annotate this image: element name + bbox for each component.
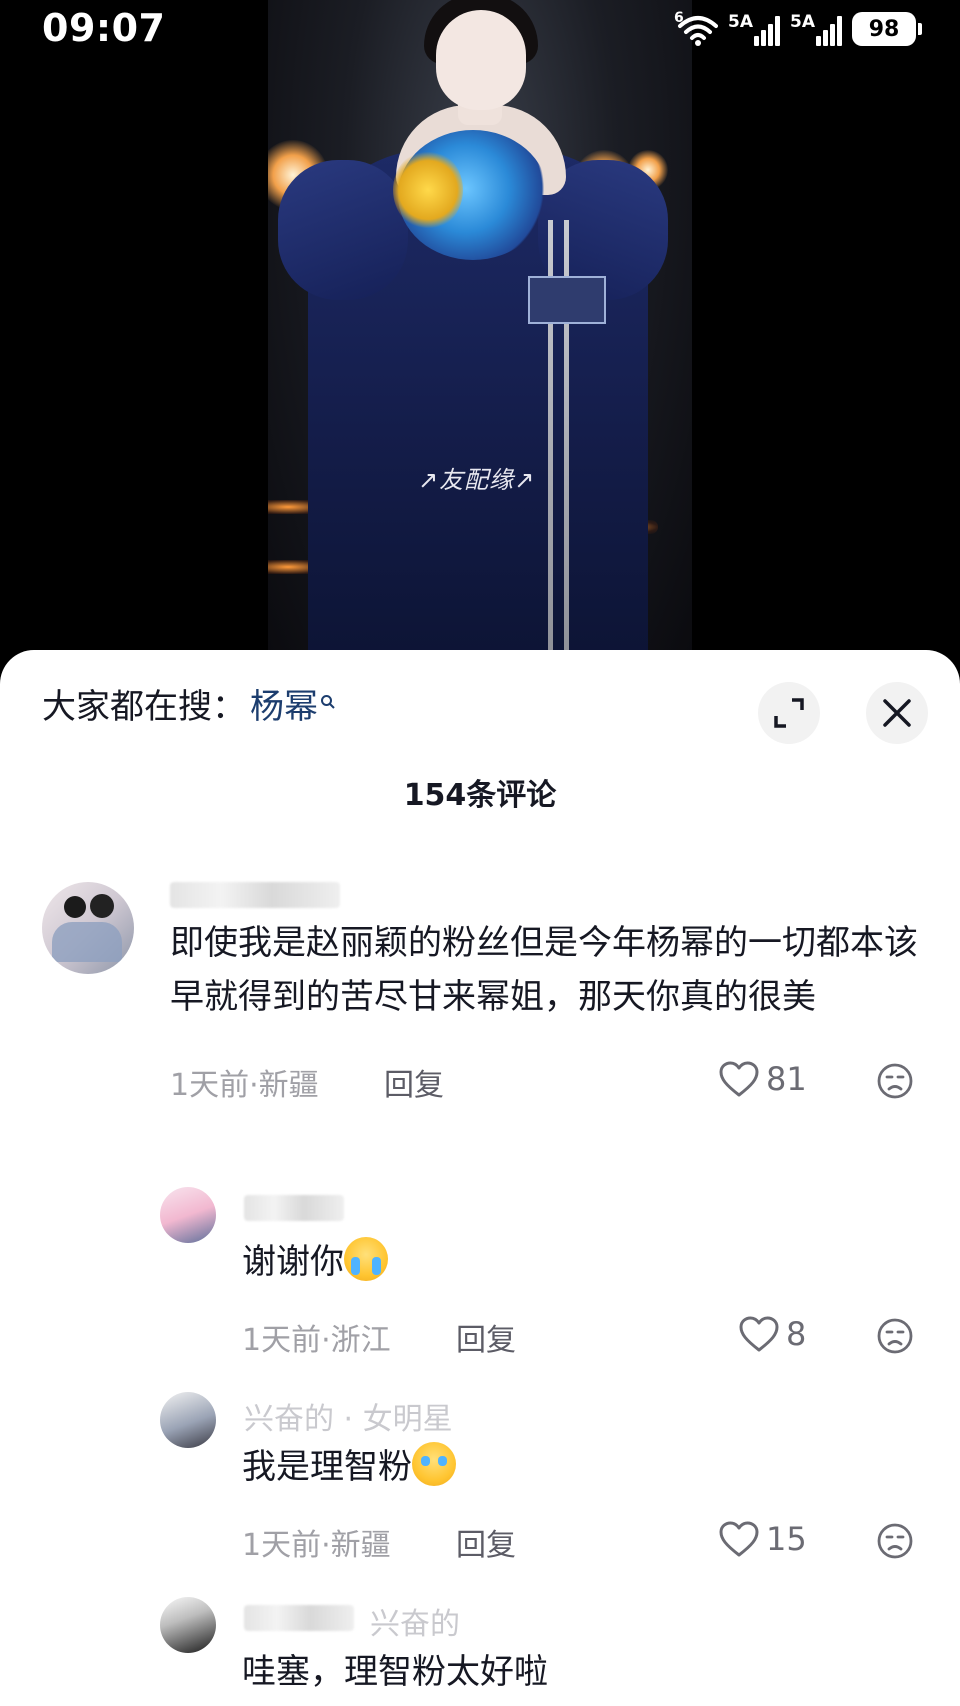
heart-icon	[739, 1316, 779, 1352]
reply-button[interactable]: 回复	[456, 1315, 516, 1359]
video-frame[interactable]: ↗友配缘↗	[268, 0, 692, 680]
video-watermark: ↗友配缘↗	[418, 466, 536, 494]
close-icon	[883, 699, 911, 727]
comment-meta: 1天前·浙江	[242, 1323, 391, 1358]
signal-icon: 5A	[790, 12, 842, 46]
reply-item: 兴奋的 · 女明星 我是理智粉 1天前·新疆 回复 15	[0, 1390, 960, 1563]
comment-text-body: 我是理智粉	[242, 1447, 412, 1487]
comment-text: 哇塞，理智粉太好啦	[242, 1652, 548, 1692]
search-prefix: 大家都在搜：	[42, 686, 246, 727]
like-count: 8	[786, 1315, 807, 1353]
like-count: 81	[766, 1060, 807, 1098]
avatar[interactable]	[160, 1392, 216, 1448]
pleading-emoji-icon	[412, 1442, 456, 1486]
signal-icon: 5A	[728, 12, 780, 46]
dislike-button[interactable]	[876, 1062, 914, 1104]
search-keyword-link[interactable]: 杨幂	[250, 679, 318, 728]
username-blurred[interactable]	[244, 1195, 344, 1221]
gown-sleeve	[278, 160, 408, 300]
like-button[interactable]: 8	[738, 1315, 806, 1353]
dislike-face-icon	[877, 1063, 913, 1099]
comment-text: 即使我是赵丽颖的粉丝但是今年杨幂的一切都本该早就得到的苦尽甘来幂姐，那天你真的很…	[170, 923, 918, 1017]
expand-button[interactable]	[758, 682, 820, 744]
comment-text: 谢谢你	[242, 1235, 388, 1289]
signal-tag: 5A	[728, 12, 753, 32]
search-icon	[320, 691, 336, 715]
status-bar: 09:07 6 5A 5A 98	[0, 0, 960, 60]
like-button[interactable]: 81	[718, 1060, 807, 1098]
reply-item: 兴奋的 哇塞，理智粉太好啦	[0, 1595, 960, 1706]
wifi-icon: 6	[674, 10, 718, 46]
username[interactable]: 兴奋的	[370, 1599, 460, 1643]
reply-button[interactable]: 回复	[384, 1060, 444, 1104]
status-icons: 6 5A 5A 98	[674, 10, 922, 46]
avatar[interactable]	[42, 882, 134, 974]
search-suggestion[interactable]: 大家都在搜： 杨幂	[42, 678, 336, 728]
award-plaque	[528, 276, 606, 324]
avatar[interactable]	[160, 1187, 216, 1243]
wifi-tag: 6	[674, 10, 684, 26]
dislike-face-icon	[877, 1523, 913, 1559]
comment-text-body: 谢谢你	[242, 1242, 344, 1282]
reply-button[interactable]: 回复	[456, 1520, 516, 1564]
video-player[interactable]: ↗友配缘↗	[0, 0, 960, 680]
heart-icon	[719, 1521, 759, 1557]
username[interactable]: 兴奋的 · 女明星	[244, 1394, 453, 1438]
heart-icon	[719, 1061, 759, 1097]
crying-emoji-icon	[344, 1237, 388, 1281]
comment-item: 即使我是赵丽颖的粉丝但是今年杨幂的一切都本该早就得到的苦尽甘来幂姐，那天你真的很…	[0, 880, 960, 1140]
dislike-face-icon	[877, 1318, 913, 1354]
reply-item: 谢谢你 1天前·浙江 回复 8	[0, 1185, 960, 1358]
avatar[interactable]	[160, 1597, 216, 1653]
dislike-button[interactable]	[876, 1522, 914, 1564]
like-button[interactable]: 15	[718, 1520, 807, 1558]
status-time: 09:07	[42, 6, 166, 50]
like-count: 15	[766, 1520, 807, 1558]
username-blurred[interactable]	[170, 882, 340, 908]
bouquet-yellow-flowers	[393, 150, 463, 230]
expand-icon	[774, 698, 804, 728]
comment-text: 我是理智粉	[242, 1440, 456, 1494]
signal-tag: 5A	[790, 12, 815, 32]
close-button[interactable]	[866, 682, 928, 744]
comment-meta: 1天前·新疆	[242, 1528, 391, 1563]
comment-count: 154条评论	[403, 778, 557, 813]
comment-meta: 1天前·新疆	[170, 1068, 319, 1103]
battery-icon: 98	[852, 12, 922, 46]
dislike-button[interactable]	[876, 1317, 914, 1359]
comment-sheet: 大家都在搜： 杨幂 154条评论 即使我是赵丽颖的粉丝但是今年杨幂的一切都本该早…	[0, 650, 960, 1706]
username-blurred	[244, 1605, 354, 1631]
